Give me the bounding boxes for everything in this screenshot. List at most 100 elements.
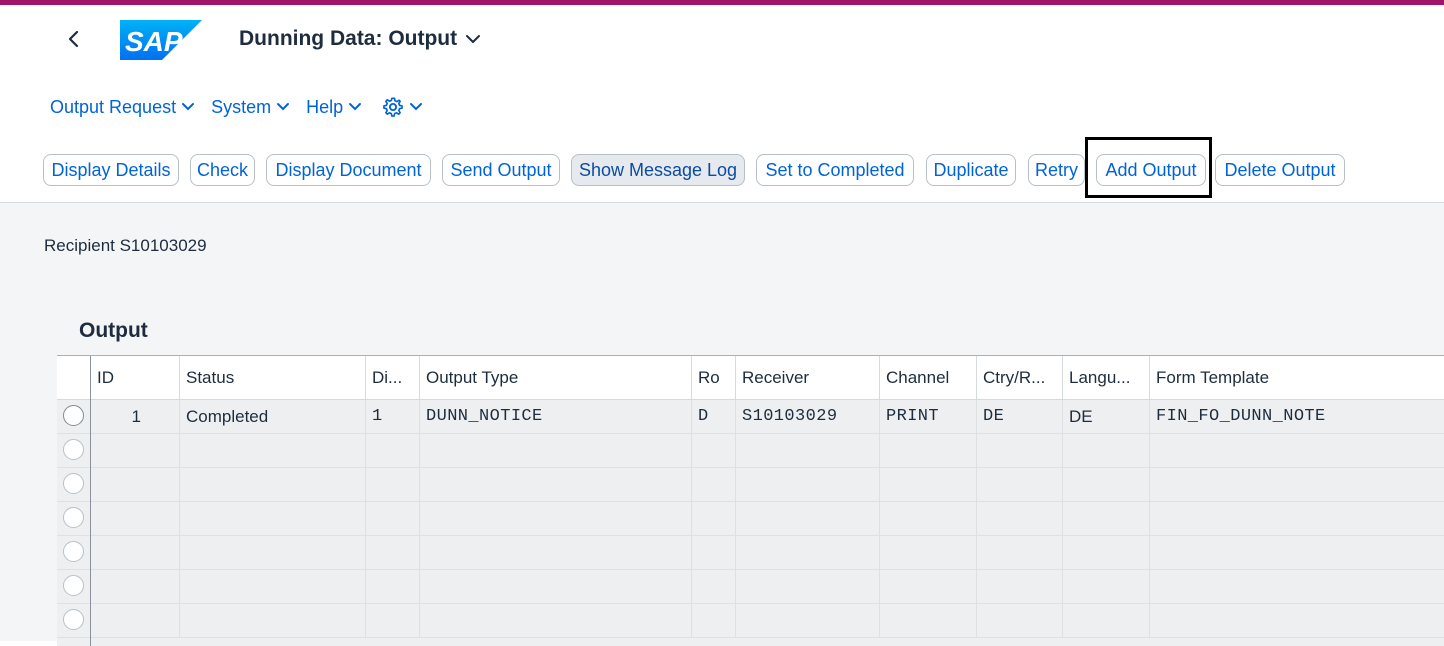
empty-cell xyxy=(420,536,692,569)
show-message-log-button[interactable]: Show Message Log xyxy=(571,154,745,186)
table-row[interactable] xyxy=(57,570,1444,604)
column-header-di[interactable]: Di... xyxy=(366,356,420,399)
empty-cell xyxy=(736,502,880,535)
chevron-down-icon xyxy=(277,103,290,111)
column-header-receiver[interactable]: Receiver xyxy=(736,356,880,399)
empty-cell xyxy=(1063,434,1150,467)
column-header-ro[interactable]: Ro xyxy=(692,356,736,399)
empty-cell xyxy=(736,604,880,637)
row-select-radio[interactable] xyxy=(63,507,84,528)
empty-cell xyxy=(366,536,420,569)
row-select-radio[interactable] xyxy=(63,405,84,426)
empty-cell xyxy=(977,434,1063,467)
table-header: ID Status Di... Output Type Ro Receiver … xyxy=(57,356,1444,400)
select-all-header[interactable] xyxy=(57,356,91,399)
cell-receiver: S10103029 xyxy=(736,400,880,433)
empty-cell xyxy=(420,434,692,467)
cell-channel: PRINT xyxy=(880,400,977,433)
column-header-status[interactable]: Status xyxy=(180,356,366,399)
back-button[interactable] xyxy=(60,25,88,53)
column-header-output-type[interactable]: Output Type xyxy=(420,356,692,399)
empty-cell xyxy=(692,604,736,637)
menu-label: Output Request xyxy=(50,96,177,117)
row-select-radio[interactable] xyxy=(63,575,84,596)
table-row[interactable] xyxy=(57,536,1444,570)
column-header-id[interactable]: ID xyxy=(91,356,180,399)
focus-highlight-frame xyxy=(1085,137,1212,198)
menu-bar: Output Request System Help xyxy=(42,91,431,123)
empty-cell xyxy=(736,468,880,501)
app-title-menu[interactable]: Dunning Data: Output xyxy=(239,27,481,51)
row-select-radio[interactable] xyxy=(63,541,84,562)
column-header-channel[interactable]: Channel xyxy=(880,356,977,399)
empty-cell xyxy=(692,570,736,603)
empty-cell xyxy=(692,536,736,569)
chevron-left-icon xyxy=(68,30,79,48)
display-details-button[interactable]: Display Details xyxy=(43,154,179,186)
menu-output-request[interactable]: Output Request xyxy=(42,91,203,123)
cell-id: 1 xyxy=(91,400,180,433)
row-select-radio[interactable] xyxy=(63,473,84,494)
table-row[interactable] xyxy=(57,604,1444,638)
empty-cell xyxy=(91,536,180,569)
set-to-completed-button[interactable]: Set to Completed xyxy=(756,154,914,186)
row-selector-cell xyxy=(57,400,91,433)
empty-cell xyxy=(366,468,420,501)
table-row[interactable] xyxy=(57,502,1444,536)
chevron-down-icon xyxy=(466,35,481,43)
empty-cell xyxy=(977,502,1063,535)
empty-cell xyxy=(880,434,977,467)
empty-cell xyxy=(880,570,977,603)
check-button[interactable]: Check xyxy=(190,154,255,186)
sap-logo-text: SAP xyxy=(125,26,183,57)
send-output-button[interactable]: Send Output xyxy=(442,154,560,186)
empty-cell xyxy=(977,604,1063,637)
empty-cell xyxy=(420,502,692,535)
empty-cell xyxy=(1150,434,1444,467)
menu-settings[interactable] xyxy=(370,91,431,123)
row-selector-cell xyxy=(57,604,91,637)
duplicate-button[interactable]: Duplicate xyxy=(926,154,1016,186)
empty-cell xyxy=(180,468,366,501)
empty-cell xyxy=(420,604,692,637)
menu-help[interactable]: Help xyxy=(298,91,370,123)
empty-cell xyxy=(736,570,880,603)
column-header-language[interactable]: Langu... xyxy=(1063,356,1150,399)
column-header-form-template[interactable]: Form Template xyxy=(1150,356,1444,399)
empty-cell xyxy=(1063,604,1150,637)
empty-cell xyxy=(91,570,180,603)
empty-cell xyxy=(880,502,977,535)
cell-status: Completed xyxy=(180,400,366,433)
recipient-label: Recipient S10103029 xyxy=(44,236,207,255)
cell-ro: D xyxy=(692,400,736,433)
cell-form-template: FIN_FO_DUNN_NOTE xyxy=(1156,407,1326,426)
empty-cell xyxy=(736,536,880,569)
column-header-country[interactable]: Ctry/R... xyxy=(977,356,1063,399)
menu-system[interactable]: System xyxy=(203,91,298,123)
display-document-button[interactable]: Display Document xyxy=(266,154,431,186)
cell-language: DE xyxy=(1063,400,1150,433)
empty-cell xyxy=(736,434,880,467)
row-selector-cell xyxy=(57,468,91,501)
page-title: Dunning Data: Output xyxy=(239,27,458,50)
menu-label: System xyxy=(211,96,272,117)
empty-cell xyxy=(977,468,1063,501)
menu-label: Help xyxy=(306,96,344,117)
row-select-radio[interactable] xyxy=(63,439,84,460)
shell-header: SAP Dunning Data: Output xyxy=(0,5,1444,75)
empty-cell xyxy=(91,604,180,637)
table-row[interactable] xyxy=(57,468,1444,502)
selector-divider xyxy=(90,356,91,646)
empty-cell xyxy=(977,536,1063,569)
delete-output-button[interactable]: Delete Output xyxy=(1215,154,1345,186)
sap-logo[interactable]: SAP xyxy=(120,20,202,60)
table-row[interactable]: 1 Completed 1 DUNN_NOTICE D S10103029 PR… xyxy=(57,400,1444,434)
empty-cell xyxy=(366,570,420,603)
retry-button[interactable]: Retry xyxy=(1028,154,1085,186)
table-row[interactable] xyxy=(57,434,1444,468)
empty-cell xyxy=(1150,502,1444,535)
row-select-radio[interactable] xyxy=(63,609,84,630)
empty-cell xyxy=(91,468,180,501)
row-selector-cell xyxy=(57,536,91,569)
empty-cell xyxy=(180,604,366,637)
